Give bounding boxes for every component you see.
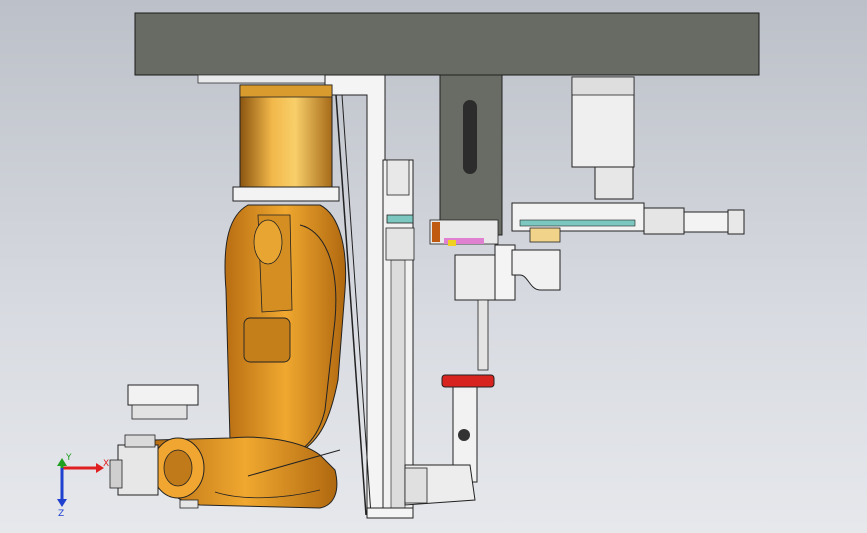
x-axis-label: X bbox=[103, 459, 109, 469]
motor-slide-assembly bbox=[511, 76, 745, 243]
robot-arm bbox=[151, 204, 347, 509]
robot-base bbox=[232, 84, 340, 202]
spindle-fixture bbox=[404, 374, 495, 506]
y-axis-label: Y bbox=[65, 453, 72, 463]
gripper-head bbox=[454, 244, 561, 371]
assembly-drawing: X Y Z bbox=[57, 12, 760, 519]
cad-viewport[interactable]: X Y Z bbox=[0, 0, 867, 533]
coordinate-triad: X Y Z bbox=[57, 453, 109, 519]
overhead-beam bbox=[134, 12, 760, 76]
slotted-plate bbox=[429, 74, 503, 246]
z-axis-label: Z bbox=[58, 509, 64, 519]
